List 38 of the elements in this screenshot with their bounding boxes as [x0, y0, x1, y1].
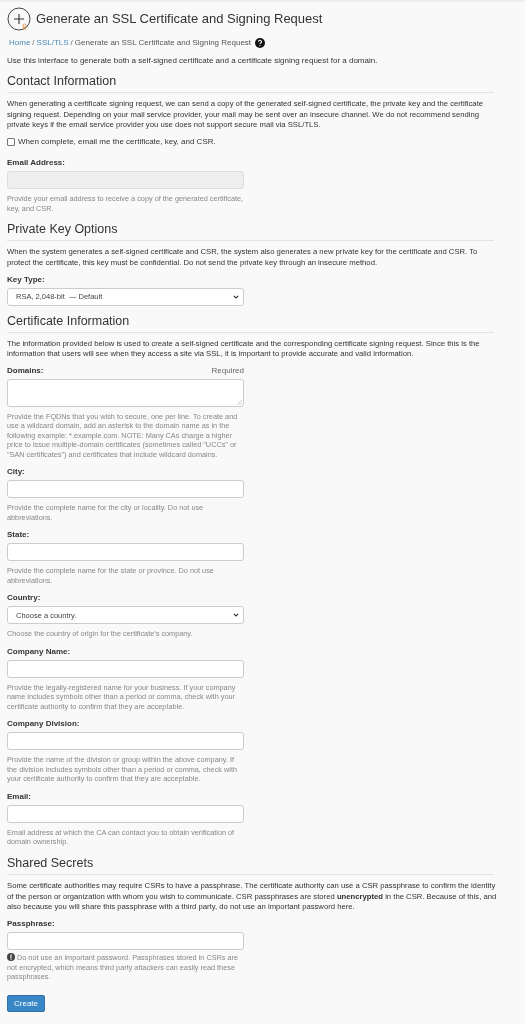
breadcrumb-separator: /	[70, 37, 73, 48]
intro-text: Use this interface to generate both a self-signed certificate and a certificate signing request for a domain.	[7, 55, 379, 66]
warning-icon	[7, 953, 15, 962]
breadcrumb-link[interactable]: SSL/TLS	[36, 37, 69, 48]
required-note: Required	[211, 364, 244, 376]
field-label: Key Type:	[7, 273, 45, 285]
breadcrumb-current: Generate an SSL Certificate and Signing Request	[74, 37, 252, 48]
text-field[interactable]	[7, 804, 244, 823]
password-field[interactable]	[7, 932, 244, 951]
section-heading: Contact Information	[7, 72, 494, 93]
breadcrumb-separator: /	[32, 37, 35, 48]
field-label: Company Division:	[7, 718, 80, 730]
field-label: Country:	[7, 592, 41, 604]
resize-grip-icon[interactable]	[237, 399, 242, 405]
checkbox-label: When complete, email me the certificate, key, and CSR.	[18, 136, 216, 148]
field-label: Company Name:	[7, 645, 71, 657]
create-button[interactable]: Create	[7, 995, 45, 1013]
field-label: State:	[7, 529, 30, 541]
text-field[interactable]	[7, 480, 244, 499]
field-label: Domains:	[7, 364, 44, 376]
text-field[interactable]	[7, 659, 244, 678]
page-title: Generate an SSL Certificate and Signing Request	[36, 10, 323, 29]
section-heading: Private Key Options	[7, 220, 494, 242]
section-heading: Certificate Information	[7, 311, 494, 333]
text-field[interactable]	[7, 732, 244, 751]
certificate-plus-icon	[7, 7, 31, 31]
field-label: City:	[7, 466, 25, 478]
checkbox[interactable]	[7, 137, 15, 146]
help-icon[interactable]	[255, 37, 266, 48]
section-heading: Shared Secrets	[7, 853, 494, 875]
text-field[interactable]	[7, 543, 244, 562]
breadcrumb-link[interactable]: Home	[9, 37, 31, 48]
chevron-down-icon	[233, 294, 239, 299]
field-label: Email:	[7, 790, 31, 802]
field-label: Passphrase:	[7, 918, 55, 930]
field-label: Email Address:	[7, 157, 65, 169]
textarea-field[interactable]	[7, 378, 244, 407]
chevron-down-icon	[233, 613, 239, 618]
